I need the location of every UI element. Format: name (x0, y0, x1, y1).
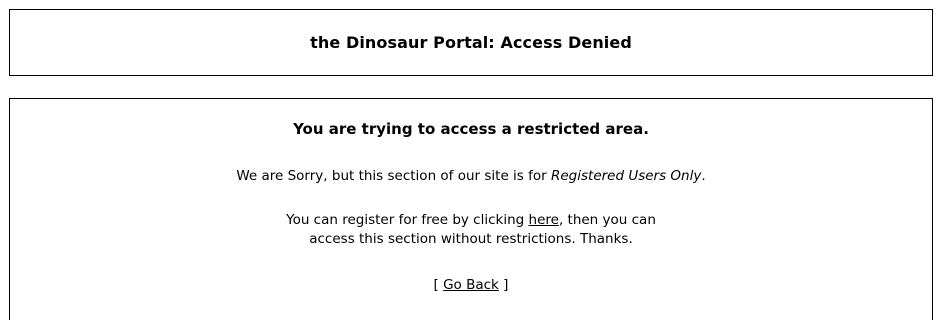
register-message-line1: You can register for free by clicking he… (10, 211, 932, 230)
register-prefix: You can register for free by clicking (286, 212, 529, 228)
sorry-message: We are Sorry, but this section of our si… (10, 167, 932, 186)
page-title: the Dinosaur Portal: Access Denied (310, 33, 632, 52)
bracket-open: [ (433, 277, 444, 293)
go-back-row: [ Go Back ] (10, 276, 932, 295)
page-header: the Dinosaur Portal: Access Denied (9, 9, 933, 76)
notice-heading: You are trying to access a restricted ar… (293, 120, 649, 138)
sorry-suffix: . (701, 168, 706, 184)
go-back-link[interactable]: Go Back (443, 277, 499, 293)
register-here-link[interactable]: here (529, 212, 559, 228)
bracket-close: ] (498, 277, 509, 293)
sorry-prefix: We are Sorry, but this section of our si… (236, 168, 551, 184)
register-suffix: , then you can (558, 212, 656, 228)
registered-users-only-text: Registered Users Only (550, 168, 702, 184)
register-message-line2: access this section without restrictions… (309, 231, 633, 247)
access-denied-notice: You are trying to access a restricted ar… (9, 98, 933, 320)
